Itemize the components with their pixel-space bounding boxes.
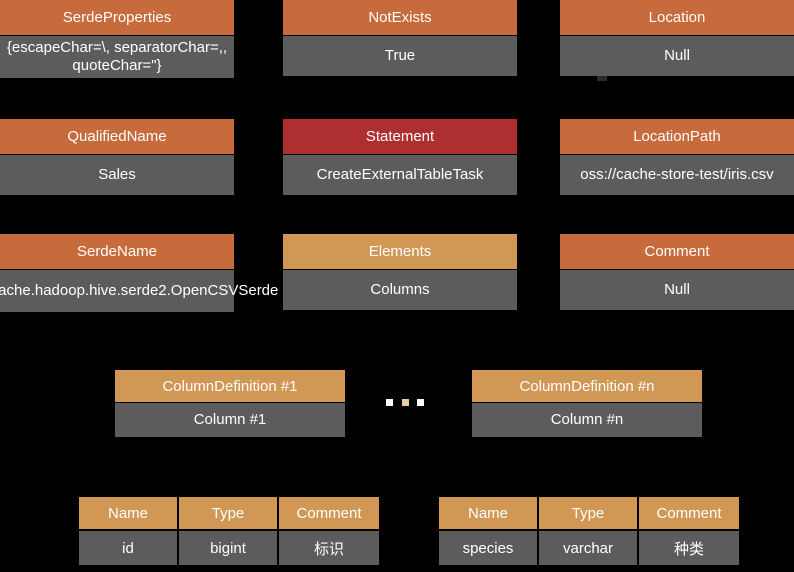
table-header-cell-comment: Comment [279, 497, 379, 531]
node-value: Column #1 [115, 403, 345, 437]
node-value: True [283, 36, 517, 76]
node-header: SerdeProperties [0, 0, 234, 36]
node-statement[interactable]: Statement CreateExternalTableTask [283, 119, 517, 195]
ellipsis-indicator [386, 396, 424, 408]
ellipsis-dot [417, 398, 424, 406]
node-header: ColumnDefinition #n [472, 370, 702, 403]
node-header: NotExists [283, 0, 517, 36]
table-header-cell-name: Name [79, 497, 179, 531]
table-header-row: Name Type Comment [439, 497, 739, 531]
table-row: id bigint 标识 [79, 531, 379, 565]
node-value: Sales [0, 155, 234, 195]
node-not-exists[interactable]: NotExists True [283, 0, 517, 76]
node-header: Comment [560, 234, 794, 270]
node-column-definition-1[interactable]: ColumnDefinition #1 Column #1 [115, 370, 345, 437]
table-header-cell-name: Name [439, 497, 539, 531]
column-n-table[interactable]: Name Type Comment species varchar 种类 [439, 497, 739, 565]
node-location[interactable]: Location Null [560, 0, 794, 76]
node-comment[interactable]: Comment Null [560, 234, 794, 310]
node-header: Elements [283, 234, 517, 270]
table-cell-comment: 标识 [279, 531, 379, 565]
node-header: LocationPath [560, 119, 794, 155]
node-location-path[interactable]: LocationPath oss://cache-store-test/iris… [560, 119, 794, 195]
node-value: Column #n [472, 403, 702, 437]
node-serde-properties[interactable]: SerdeProperties {escapeChar=\, separator… [0, 0, 234, 78]
node-value: {escapeChar=\, separatorChar=,, quoteCha… [0, 36, 234, 78]
node-header: ColumnDefinition #1 [115, 370, 345, 403]
table-cell-type: varchar [539, 531, 639, 565]
table-cell-name: species [439, 531, 539, 565]
table-cell-type: bigint [179, 531, 279, 565]
node-value: CreateExternalTableTask [283, 155, 517, 195]
node-elements[interactable]: Elements Columns [283, 234, 517, 310]
node-qualified-name[interactable]: QualifiedName Sales [0, 119, 234, 195]
connector-nub [597, 76, 607, 81]
table-cell-comment: 种类 [639, 531, 739, 565]
column-1-table[interactable]: Name Type Comment id bigint 标识 [79, 497, 379, 565]
node-value: org.apache.hadoop.hive.serde2.OpenCSVSer… [0, 270, 278, 312]
node-header: Statement [283, 119, 517, 155]
table-header-cell-comment: Comment [639, 497, 739, 531]
node-header: Location [560, 0, 794, 36]
ellipsis-dot [386, 398, 393, 406]
node-serde-name[interactable]: SerdeName org.apache.hadoop.hive.serde2.… [0, 234, 278, 312]
node-value: Columns [283, 270, 517, 310]
table-cell-name: id [79, 531, 179, 565]
node-header: SerdeName [0, 234, 234, 270]
node-value: oss://cache-store-test/iris.csv [560, 155, 794, 195]
ellipsis-dot [401, 398, 409, 406]
node-value: Null [560, 270, 794, 310]
table-header-cell-type: Type [179, 497, 279, 531]
table-row: species varchar 种类 [439, 531, 739, 565]
table-header-row: Name Type Comment [79, 497, 379, 531]
node-column-definition-n[interactable]: ColumnDefinition #n Column #n [472, 370, 702, 437]
diagram-canvas: SerdeProperties {escapeChar=\, separator… [0, 0, 794, 572]
node-value: Null [560, 36, 794, 76]
table-header-cell-type: Type [539, 497, 639, 531]
node-header: QualifiedName [0, 119, 234, 155]
